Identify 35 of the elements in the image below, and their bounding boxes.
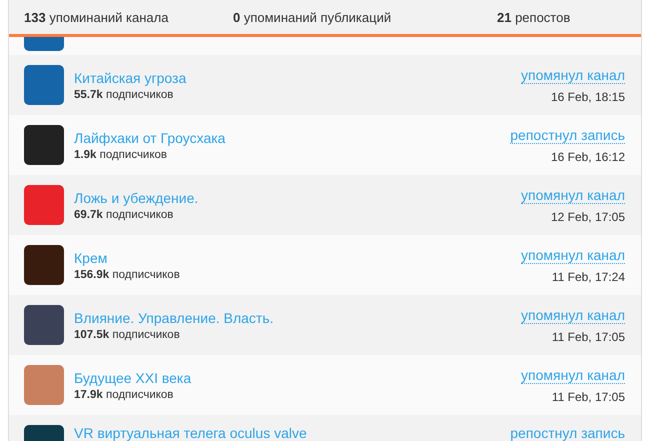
action-link[interactable]: репостнул запись [510, 126, 625, 144]
action-link[interactable]: упомянул канал [521, 306, 625, 324]
avatar-image [24, 125, 64, 165]
channel-name-link[interactable]: Ложь и убеждение. [74, 190, 512, 206]
action-link[interactable]: репостнул запись [510, 425, 625, 441]
channel-name-link[interactable]: Будущее XXI века [74, 370, 512, 386]
subscribers-count: 1.9k подписчиков [74, 148, 168, 160]
action-link[interactable]: упомянул канал [521, 246, 625, 264]
channel-name-link[interactable]: Китайская угроза [74, 70, 512, 86]
mention-date: 16 Feb, 16:12 [550, 150, 625, 164]
subscribers-count: 55.7k подписчиков [74, 88, 174, 100]
avatar-image [24, 65, 64, 105]
channel-name-link[interactable]: Влияние. Управление. Власть. [74, 310, 512, 326]
action-link[interactable]: упомянул канал [521, 366, 625, 384]
subscribers-count: 107.5k подписчиков [74, 328, 181, 340]
subscribers-count: 156.9k подписчиков [74, 268, 181, 280]
mention-date: 11 Feb, 17:05 [552, 390, 625, 404]
action-link[interactable]: упомянул канал [521, 186, 625, 204]
avatar-image [24, 185, 64, 225]
stat-label: 0 упоминаний публикаций [233, 10, 392, 24]
channel-name-link[interactable]: VR виртуальная телега oculus valve [74, 425, 500, 441]
mention-date: 16 Feb, 18:15 [550, 90, 625, 104]
mention-date: 11 Feb, 17:24 [552, 270, 625, 284]
subscribers-count: 17.9k подписчиков [74, 388, 174, 400]
mention-date: 12 Feb, 17:05 [550, 210, 625, 224]
stat-label: 21 репостов [497, 10, 572, 24]
avatar-image [24, 365, 64, 405]
subscribers-count: 69.7k подписчиков [74, 208, 174, 220]
action-link[interactable]: упомянул канал [521, 66, 625, 84]
avatar-image [24, 245, 64, 285]
mention-date: 11 Feb, 17:05 [552, 330, 625, 344]
channel-name-link[interactable]: Лайфхаки от Гроусхака [74, 130, 500, 146]
stat-label: 133 упоминаний канала [24, 10, 170, 24]
channel-name-link[interactable]: Крем [74, 250, 512, 266]
avatar-image [24, 305, 64, 345]
